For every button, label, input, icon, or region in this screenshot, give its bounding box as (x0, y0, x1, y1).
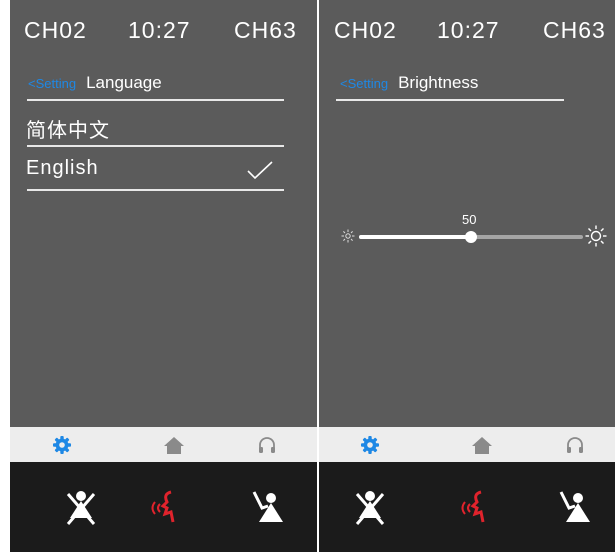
tab-monitor[interactable] (555, 427, 595, 462)
brightness-slider-thumb[interactable] (465, 231, 477, 243)
header-divider (27, 99, 284, 101)
call-control-bar (10, 462, 317, 552)
tab-home[interactable] (154, 427, 194, 462)
channel-right-label: CH63 (543, 17, 606, 43)
status-bar: CH02 10:27 CH63 (319, 17, 615, 47)
talk-icon[interactable] (143, 486, 187, 530)
header-divider (336, 99, 564, 101)
unlock-person-icon[interactable] (246, 486, 290, 530)
headphones-icon (567, 436, 583, 453)
time-label: 10:27 (437, 17, 500, 43)
language-panel: CH02 10:27 CH63 <Setting Language 简体中文 En… (10, 0, 317, 552)
divider (27, 189, 284, 191)
hangup-person-icon[interactable] (59, 486, 103, 530)
settings-header: <Setting Language (28, 73, 162, 101)
home-icon (164, 436, 184, 454)
status-bar: CH02 10:27 CH63 (10, 17, 317, 47)
time-label: 10:27 (128, 17, 191, 43)
back-setting-link[interactable]: <Setting (340, 76, 388, 91)
checkmark-icon (247, 161, 273, 180)
gear-icon (53, 435, 71, 454)
unlock-person-icon[interactable] (553, 486, 597, 530)
back-setting-link[interactable]: <Setting (28, 76, 76, 91)
tab-settings[interactable] (350, 427, 390, 462)
channel-left-label: CH02 (334, 17, 397, 43)
page-title: Brightness (398, 73, 479, 92)
language-screen: CH02 10:27 CH63 <Setting Language 简体中文 En… (10, 0, 317, 427)
gear-icon (361, 435, 379, 454)
tab-bar (10, 427, 317, 462)
channel-left-label: CH02 (24, 17, 87, 43)
settings-header: <Setting Brightness (340, 73, 478, 101)
brightness-slider-fill (359, 235, 471, 239)
brightness-screen: CH02 10:27 CH63 <Setting Brightness 50 (319, 0, 615, 427)
brightness-value: 50 (462, 212, 477, 227)
tab-monitor[interactable] (247, 427, 287, 462)
tab-bar (319, 427, 615, 462)
brightness-low-icon (341, 229, 355, 243)
tab-home[interactable] (462, 427, 502, 462)
headphones-icon (259, 436, 275, 453)
brightness-high-icon (585, 225, 607, 247)
brightness-panel: CH02 10:27 CH63 <Setting Brightness 50 (319, 0, 615, 552)
channel-right-label: CH63 (234, 17, 297, 43)
call-control-bar (319, 462, 615, 552)
language-option-english[interactable]: English (26, 157, 99, 180)
page-title: Language (86, 73, 162, 92)
language-option-chinese[interactable]: 简体中文 (26, 114, 110, 143)
divider (27, 145, 284, 147)
home-icon (472, 436, 492, 454)
hangup-person-icon[interactable] (348, 486, 392, 530)
talk-icon[interactable] (453, 486, 497, 530)
tab-settings[interactable] (42, 427, 82, 462)
